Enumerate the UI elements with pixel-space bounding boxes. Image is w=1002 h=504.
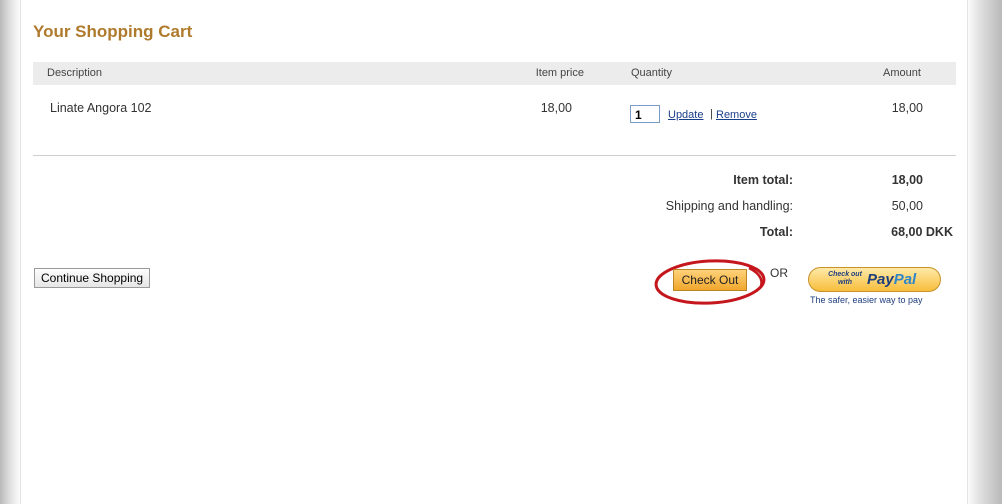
- shipping-label: Shipping and handling:: [665, 199, 793, 213]
- shipping-value: 50,00: [891, 199, 923, 213]
- paypal-logo-pal: Pal: [893, 271, 917, 288]
- cart-panel: Your Shopping Cart Description Item pric…: [20, 0, 968, 504]
- col-amount-header: Amount: [883, 67, 921, 79]
- check-out-button[interactable]: Check Out: [673, 269, 747, 291]
- divider: [33, 155, 956, 156]
- total-value: 68,00 DKK: [891, 225, 953, 239]
- total-label: Total:: [759, 225, 793, 239]
- table-header: Description Item price Quantity Amount: [33, 62, 956, 85]
- item-description: Linate Angora 102: [50, 101, 152, 115]
- paypal-logo: PayPal: [867, 271, 916, 288]
- or-text: OR: [770, 266, 788, 280]
- item-amount: 18,00: [891, 101, 923, 115]
- col-description-header: Description: [47, 67, 103, 79]
- paypal-checkout-button[interactable]: Check out with PayPal: [808, 267, 941, 292]
- update-link[interactable]: Update: [668, 109, 703, 121]
- link-separator: |: [710, 108, 713, 120]
- col-quantity-header: Quantity: [631, 67, 672, 79]
- paypal-tagline: The safer, easier way to pay: [810, 295, 923, 305]
- quantity-input[interactable]: 1: [630, 105, 660, 123]
- item-total-value: 18,00: [891, 173, 923, 187]
- page-title: Your Shopping Cart: [33, 22, 193, 41]
- item-price: 18,00: [540, 101, 572, 115]
- paypal-logo-pay: Pay: [867, 271, 894, 288]
- continue-shopping-button[interactable]: Continue Shopping: [34, 268, 151, 288]
- remove-link[interactable]: Remove: [716, 109, 757, 121]
- item-total-label: Item total:: [733, 173, 793, 187]
- col-item-price-header: Item price: [535, 67, 584, 79]
- paypal-small-text: Check out with: [828, 271, 862, 286]
